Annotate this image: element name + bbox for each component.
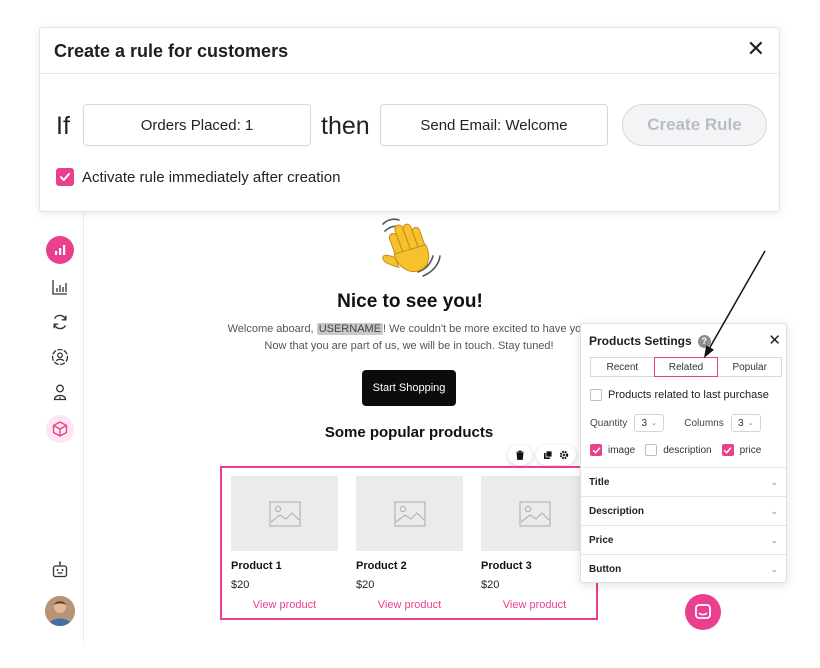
product-price: $20 <box>231 579 250 591</box>
product-name: Product 3 <box>481 560 532 572</box>
product-price: $20 <box>481 579 500 591</box>
section-price-label: Price <box>589 534 614 546</box>
tab-related[interactable]: Related <box>653 357 719 377</box>
bot-icon[interactable] <box>46 556 74 584</box>
image-placeholder-icon <box>268 500 301 527</box>
product-image-placeholder <box>231 476 338 551</box>
check-icon <box>592 447 600 453</box>
panel-title: Products Settings ? <box>589 334 711 348</box>
dialog-header: Create a rule for customers ✕ <box>40 28 779 74</box>
username-tag: USERNAME <box>316 323 384 335</box>
display-options-row: image description price <box>590 444 771 456</box>
product-card[interactable]: Product 2 $20 View product <box>356 476 463 611</box>
condition-field[interactable]: Orders Placed: 1 <box>83 104 311 146</box>
image-checkbox[interactable] <box>590 444 602 456</box>
tab-popular[interactable]: Popular <box>717 357 783 377</box>
chevron-down-icon: ⌄ <box>770 534 778 545</box>
related-last-purchase-label: Products related to last purchase <box>608 389 769 401</box>
columns-value: 3 <box>738 417 744 429</box>
price-option-label: price <box>739 444 762 456</box>
user-pin-icon[interactable] <box>46 378 74 406</box>
quantity-label: Quantity <box>590 417 628 429</box>
chevron-down-icon: ⌄ <box>770 505 778 516</box>
quantity-value: 3 <box>641 417 648 429</box>
then-label: then <box>321 112 370 140</box>
description-checkbox[interactable] <box>645 444 658 456</box>
action-field[interactable]: Send Email: Welcome <box>380 104 608 146</box>
check-icon <box>723 447 732 453</box>
duplicate-icon[interactable] <box>543 450 553 460</box>
chevron-down-icon: ⌄ <box>770 563 778 574</box>
close-icon[interactable]: ✕ <box>768 331 781 349</box>
products-settings-panel: Products Settings ? ✕ Recent Related Pop… <box>580 323 787 583</box>
section-title[interactable]: Title ⌄ <box>581 467 786 496</box>
description-option-label: description <box>663 444 712 456</box>
delete-block-control[interactable] <box>508 445 532 465</box>
section-description[interactable]: Description ⌄ <box>581 496 786 525</box>
product-image-placeholder <box>481 476 588 551</box>
related-option-row: Products related to last purchase <box>590 389 769 401</box>
product-card[interactable]: Product 3 $20 View product <box>481 476 588 611</box>
waving-hand-icon <box>382 218 441 277</box>
close-icon[interactable]: ✕ <box>747 38 765 60</box>
chevron-down-icon: ⌄ <box>747 420 754 427</box>
activate-rule-row: Activate rule immediately after creation <box>56 168 340 186</box>
image-placeholder-icon <box>518 500 551 527</box>
quantity-columns-row: Quantity 3 ⌄ Columns 3 ⌄ <box>590 414 761 432</box>
welcome-text-before: Welcome aboard, <box>227 323 314 335</box>
product-card[interactable]: Product 1 $20 View product <box>231 476 338 611</box>
activate-rule-checkbox[interactable] <box>56 168 74 186</box>
panel-title-text: Products Settings <box>589 334 692 348</box>
create-rule-dialog: Create a rule for customers ✕ If Orders … <box>39 27 780 212</box>
welcome-text-after: ! We couldn't be more excited to have yo… <box>264 323 591 352</box>
section-description-label: Description <box>589 505 645 517</box>
email-headline: Nice to see you! <box>337 291 483 312</box>
section-button-label: Button <box>589 563 622 575</box>
trash-icon[interactable] <box>515 450 525 460</box>
welcome-message: Welcome aboard, USERNAME! We couldn't be… <box>216 321 602 355</box>
section-price[interactable]: Price ⌄ <box>581 525 786 554</box>
view-product-link[interactable]: View product <box>231 599 338 611</box>
gear-icon[interactable] <box>559 450 569 460</box>
user-circle-icon[interactable] <box>46 343 74 371</box>
activate-rule-label: Activate rule immediately after creation <box>82 168 341 186</box>
create-rule-button[interactable]: Create Rule <box>622 104 767 146</box>
product-name: Product 2 <box>356 560 407 572</box>
image-placeholder-icon <box>393 500 426 527</box>
avatar[interactable] <box>45 596 75 626</box>
product-name: Product 1 <box>231 560 282 572</box>
image-option-label: image <box>608 444 636 456</box>
analytics-icon[interactable] <box>46 236 74 264</box>
section-button[interactable]: Button ⌄ <box>581 554 786 583</box>
if-label: If <box>56 112 70 140</box>
product-source-tabs: Recent Related Popular <box>590 357 783 377</box>
chevron-down-icon: ⌄ <box>770 476 778 487</box>
view-product-link[interactable]: View product <box>356 599 463 611</box>
related-last-purchase-checkbox[interactable] <box>590 389 602 401</box>
columns-label: Columns <box>684 417 724 429</box>
check-icon <box>60 173 70 181</box>
dialog-title: Create a rule for customers <box>54 41 289 61</box>
quantity-select[interactable]: 3 ⌄ <box>634 414 665 432</box>
chat-icon <box>695 604 711 619</box>
help-icon[interactable]: ? <box>697 334 711 348</box>
price-checkbox[interactable] <box>721 444 734 456</box>
view-product-link[interactable]: View product <box>481 599 588 611</box>
chevron-down-icon: ⌄ <box>651 420 657 427</box>
columns-select[interactable]: 3 ⌄ <box>730 414 761 432</box>
product-image-placeholder <box>356 476 463 551</box>
product-price: $20 <box>356 579 375 591</box>
chat-launcher-button[interactable] <box>685 594 721 630</box>
products-block[interactable]: Product 1 $20 View product Product 2 $20… <box>220 466 598 620</box>
start-shopping-button[interactable]: Start Shopping <box>362 370 456 406</box>
block-actions-control[interactable] <box>536 445 576 465</box>
tab-recent[interactable]: Recent <box>590 357 655 377</box>
section-title-label: Title <box>589 476 610 488</box>
